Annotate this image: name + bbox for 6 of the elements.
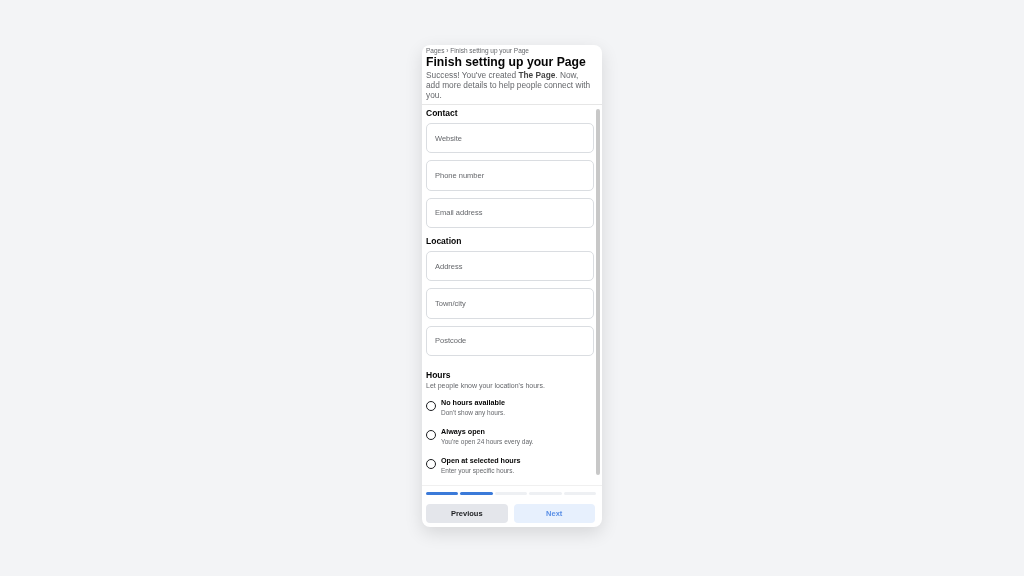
section-heading: Location — [426, 235, 463, 247]
scrollbar[interactable] — [596, 109, 600, 475]
section-heading: Hours — [426, 368, 452, 381]
page-title: Finish setting up your Page — [426, 55, 587, 70]
description: Success! You've created The Page. Now, add more details to help people connect with you. — [426, 70, 592, 100]
section-heading: Contact — [426, 107, 459, 119]
